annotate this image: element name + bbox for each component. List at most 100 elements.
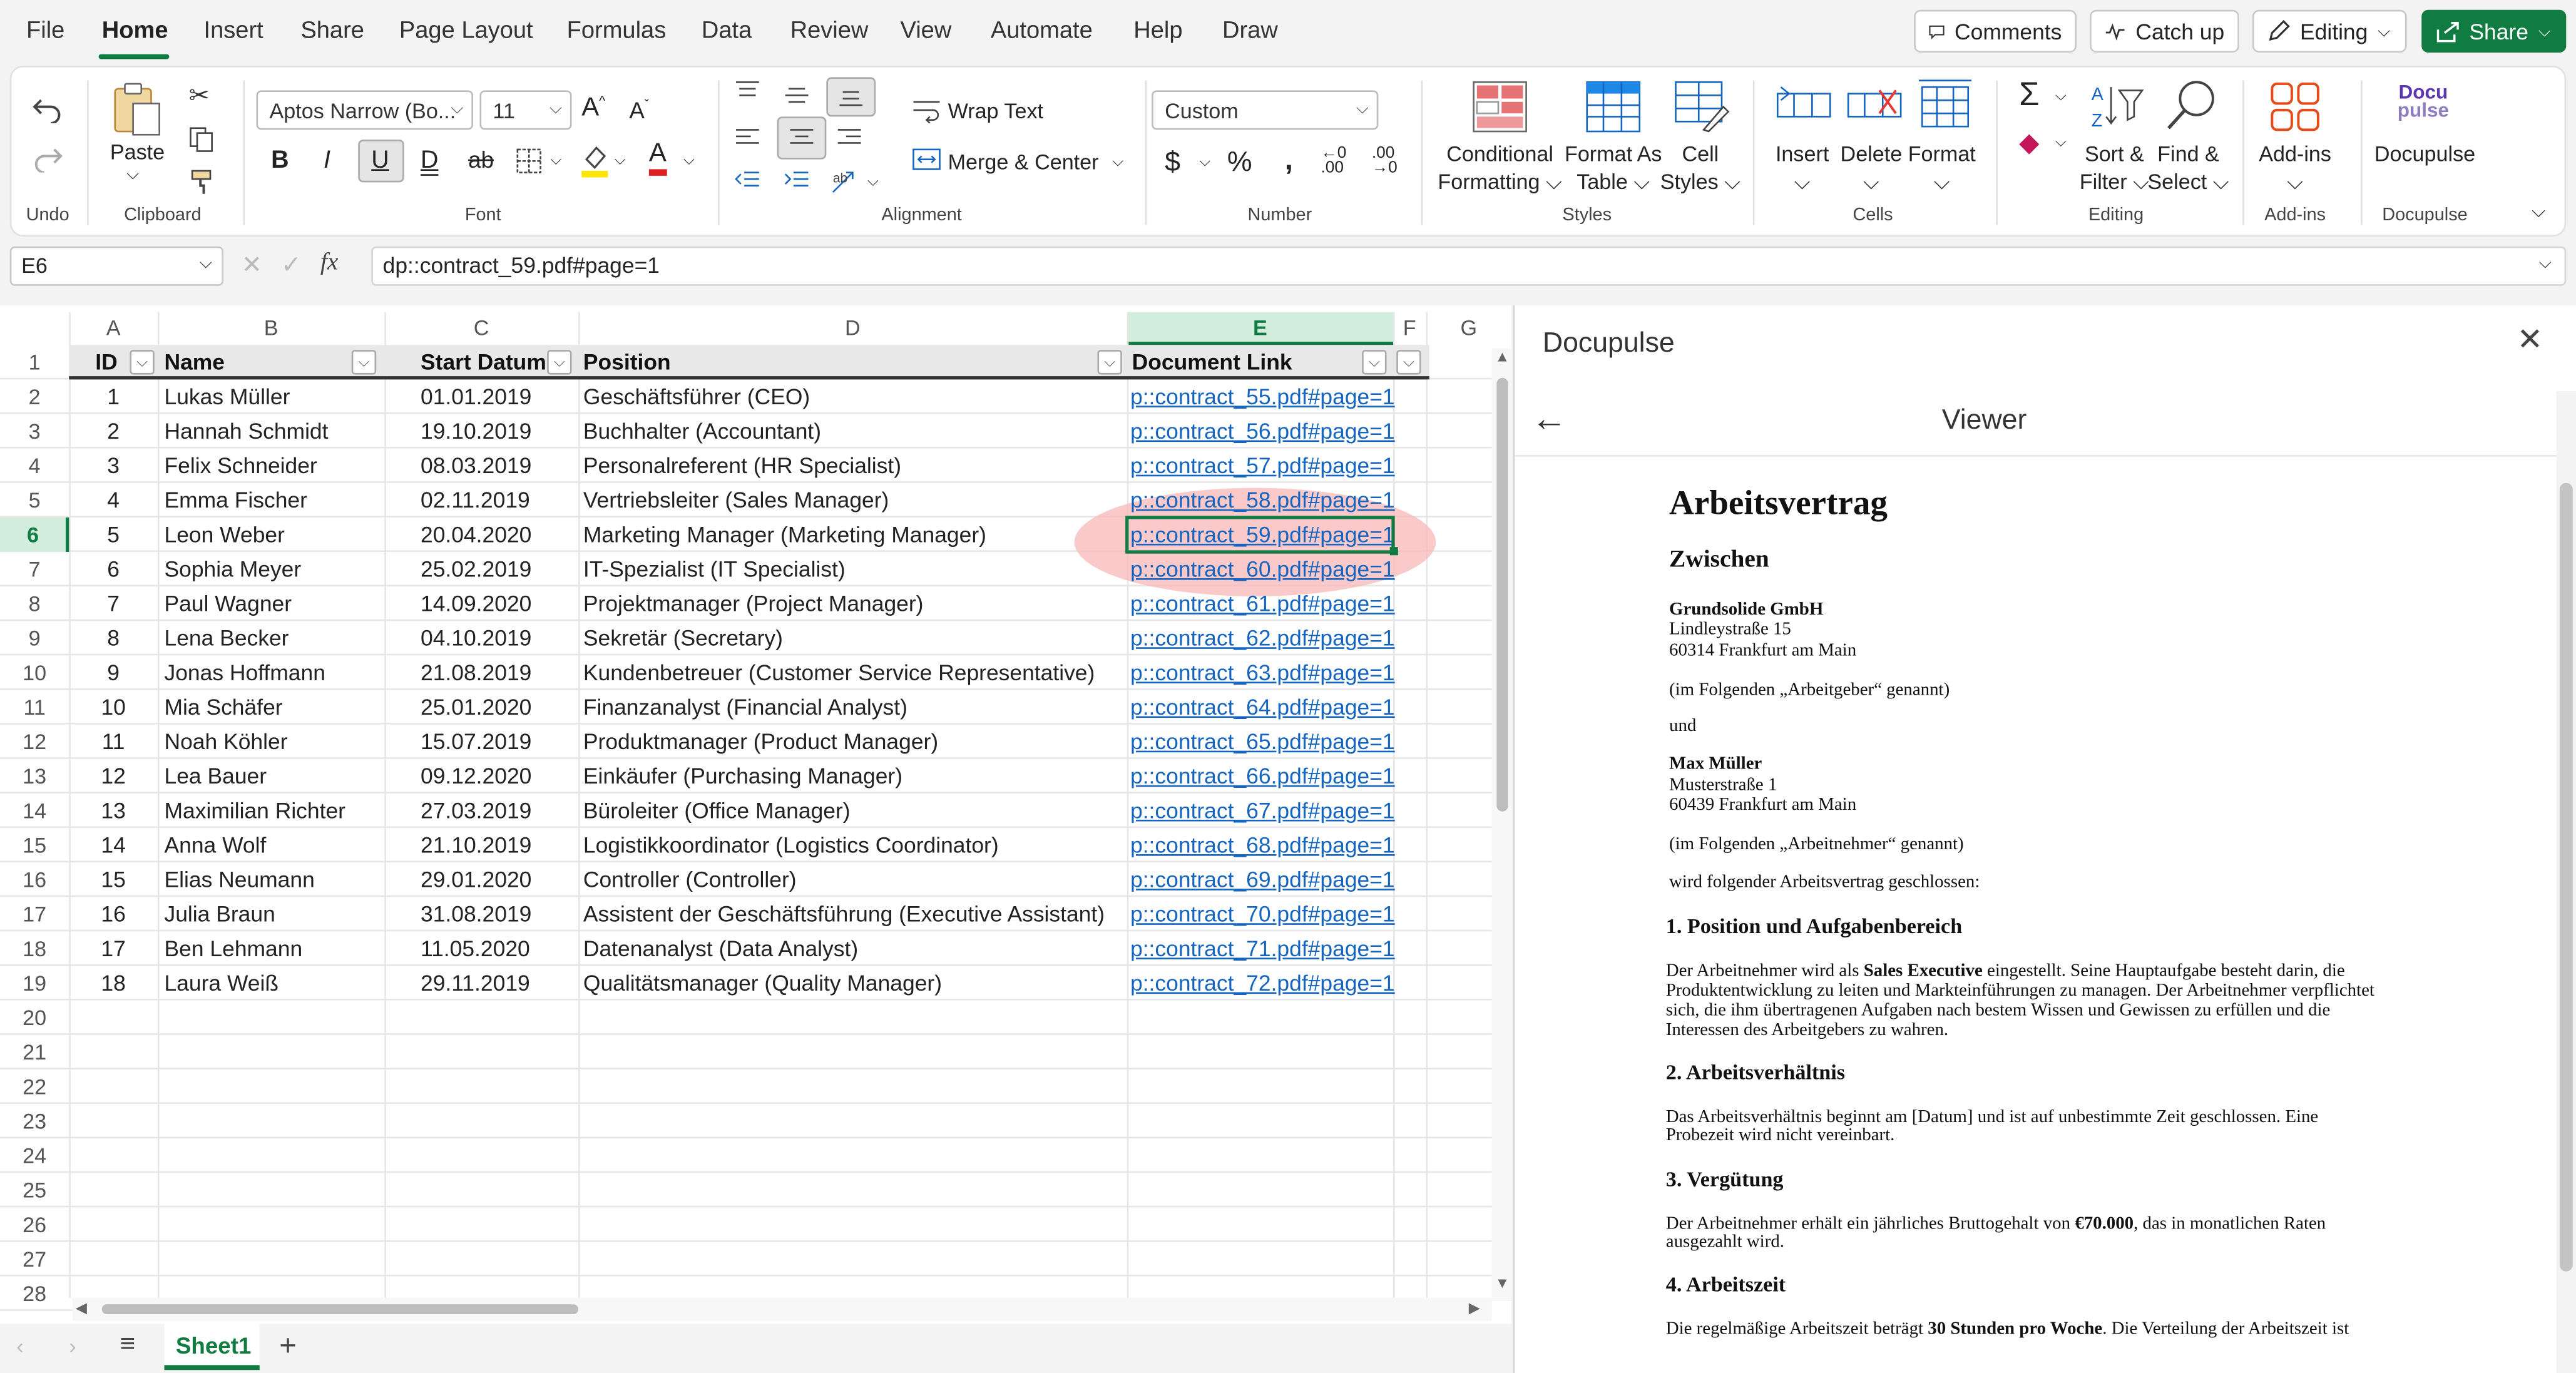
id-cell[interactable]: 5 (95, 518, 131, 552)
id-cell[interactable]: 1 (95, 379, 131, 414)
delete-cells-button[interactable]: Delete ⌵ (1841, 140, 1903, 195)
menu-automate[interactable]: Automate (991, 18, 1093, 44)
font-name-select[interactable]: Aptos Narrow (Bo... ⌵ (256, 90, 473, 130)
add-ins-button[interactable]: Add-ins ⌵ (2259, 140, 2331, 195)
position-cell[interactable]: Büroleiter (Office Manager) (583, 794, 1127, 828)
filter-dropdown-icon[interactable]: ⌵ (351, 350, 377, 375)
insert-cells-button[interactable]: Insert ⌵ (1776, 140, 1829, 195)
document-link-cell[interactable]: p::contract_57.pdf#page=1 (1130, 449, 1403, 483)
decrease-decimal-icon[interactable]: .00 →0 (1372, 145, 1398, 176)
wrap-text-button[interactable]: Wrap Text (948, 99, 1043, 123)
id-cell[interactable]: 14 (95, 828, 131, 862)
formula-input[interactable]: dp::contract_59.pdf#page=1 ⌵ (371, 246, 2567, 286)
align-right-icon[interactable] (836, 126, 862, 150)
cancel-icon[interactable]: ✕ (242, 250, 262, 280)
paste-icon[interactable] (110, 81, 163, 136)
id-cell[interactable]: 4 (95, 483, 131, 518)
row-header[interactable]: 7 (0, 552, 69, 586)
currency-chevron-icon[interactable]: ⌵ (1199, 153, 1210, 171)
merge-center-icon[interactable] (912, 146, 941, 173)
row-header[interactable]: 4 (0, 449, 69, 483)
format-cells-icon[interactable] (1917, 77, 1973, 130)
enter-icon[interactable]: ✓ (281, 250, 302, 280)
position-cell[interactable]: Kundenbetreuer (Customer Service Represe… (583, 655, 1127, 690)
name-cell[interactable]: Jonas Hoffmann (165, 655, 385, 690)
menu-draw[interactable]: Draw (1222, 18, 1278, 44)
position-cell[interactable]: Vertriebsleiter (Sales Manager) (583, 483, 1127, 518)
name-cell[interactable]: Noah Köhler (165, 725, 385, 759)
document-link-cell[interactable]: p::contract_70.pdf#page=1 (1130, 897, 1403, 931)
name-cell[interactable]: Anna Wolf (165, 828, 385, 862)
table-header-cell[interactable]: ID (95, 345, 117, 379)
fill-handle[interactable] (1389, 547, 1398, 556)
sheet-tab-active[interactable]: Sheet1 (164, 1324, 260, 1370)
name-cell[interactable]: Laura Weiß (165, 966, 385, 1001)
copy-icon[interactable] (189, 126, 215, 153)
document-link-cell[interactable]: p::contract_63.pdf#page=1 (1130, 655, 1403, 690)
position-cell[interactable]: Datenanalyst (Data Analyst) (583, 931, 1127, 966)
conditional-formatting-icon[interactable] (1472, 81, 1528, 133)
document-link-cell[interactable]: p::contract_60.pdf#page=1 (1130, 552, 1403, 586)
percent-icon[interactable]: % (1227, 146, 1252, 180)
menu-data[interactable]: Data (702, 18, 752, 44)
merge-center-button[interactable]: Merge & Center (948, 150, 1099, 174)
row-header[interactable]: 11 (0, 690, 69, 725)
document-link-cell[interactable]: p::contract_58.pdf#page=1 (1130, 483, 1403, 518)
back-arrow-icon[interactable]: ← (1531, 397, 1568, 440)
column-header[interactable]: C (384, 312, 578, 345)
document-link-cell[interactable]: p::contract_67.pdf#page=1 (1130, 794, 1403, 828)
start-date-cell[interactable]: 09.12.2020 (421, 759, 578, 794)
row-header[interactable]: 21 (0, 1035, 69, 1069)
font-color-chevron-icon[interactable]: ⌵ (683, 151, 695, 170)
increase-decimal-icon[interactable]: ←0.00 (1321, 145, 1347, 176)
position-cell[interactable]: Sekretär (Secretary) (583, 621, 1127, 655)
wrap-text-icon[interactable] (912, 97, 941, 123)
font-size-select[interactable]: 11 ⌵ (479, 90, 572, 130)
name-cell[interactable]: Paul Wagner (165, 586, 385, 621)
insert-function-icon[interactable]: fx (320, 250, 338, 278)
align-center-icon[interactable] (789, 126, 815, 150)
format-painter-icon[interactable] (189, 169, 215, 195)
scroll-down-icon[interactable]: ▼ (1495, 1275, 1510, 1291)
row-header[interactable]: 15 (0, 828, 69, 862)
find-select-button[interactable]: Find & Select ⌵ (2147, 140, 2229, 195)
decrease-font-icon[interactable]: Aˇ (629, 97, 649, 123)
name-cell[interactable]: Lukas Müller (165, 379, 385, 414)
position-cell[interactable]: Finanzanalyst (Financial Analyst) (583, 690, 1127, 725)
document-link-cell[interactable]: p::contract_68.pdf#page=1 (1130, 828, 1403, 862)
position-cell[interactable]: Geschäftsführer (CEO) (583, 379, 1127, 414)
name-cell[interactable]: Elias Neumann (165, 862, 385, 897)
position-cell[interactable]: Produktmanager (Product Manager) (583, 725, 1127, 759)
docupulse-logo[interactable]: Docu pulse (2390, 82, 2456, 120)
underline-icon[interactable]: U (371, 146, 389, 175)
position-cell[interactable]: Personalreferent (HR Specialist) (583, 449, 1127, 483)
row-header[interactable]: 2 (0, 379, 69, 414)
row-header[interactable]: 27 (0, 1242, 69, 1277)
autosum-chevron-icon[interactable]: ⌵ (2055, 87, 2067, 105)
conditional-formatting-button[interactable]: Conditional Formatting ⌵ (1438, 140, 1561, 195)
document-link-cell[interactable]: p::contract_64.pdf#page=1 (1130, 690, 1403, 725)
menu-share[interactable]: Share (300, 18, 364, 44)
filter-dropdown-icon[interactable]: ⌵ (1396, 350, 1421, 375)
align-middle-icon[interactable] (784, 84, 810, 107)
id-cell[interactable]: 15 (95, 862, 131, 897)
row-header[interactable]: 1 (0, 345, 69, 379)
bold-icon[interactable]: B (271, 146, 289, 175)
start-date-cell[interactable]: 08.03.2019 (421, 449, 578, 483)
name-cell[interactable]: Julia Braun (165, 897, 385, 931)
position-cell[interactable]: Buchhalter (Accountant) (583, 414, 1127, 449)
cell-styles-icon[interactable] (1674, 81, 1730, 133)
document-link-cell[interactable]: p::contract_62.pdf#page=1 (1130, 621, 1403, 655)
row-header[interactable]: 19 (0, 966, 69, 1001)
borders-chevron-icon[interactable]: ⌵ (550, 151, 561, 170)
name-cell[interactable]: Mia Schäfer (165, 690, 385, 725)
id-cell[interactable]: 9 (95, 655, 131, 690)
filter-dropdown-icon[interactable]: ⌵ (1362, 350, 1387, 375)
name-cell[interactable]: Lena Becker (165, 621, 385, 655)
start-date-cell[interactable]: 15.07.2019 (421, 725, 578, 759)
row-header[interactable]: 9 (0, 621, 69, 655)
cut-icon[interactable]: ✂ (189, 81, 210, 110)
row-header[interactable]: 6 (0, 517, 69, 552)
table-header-cell[interactable]: Position (583, 345, 671, 379)
start-date-cell[interactable]: 25.01.2020 (421, 690, 578, 725)
